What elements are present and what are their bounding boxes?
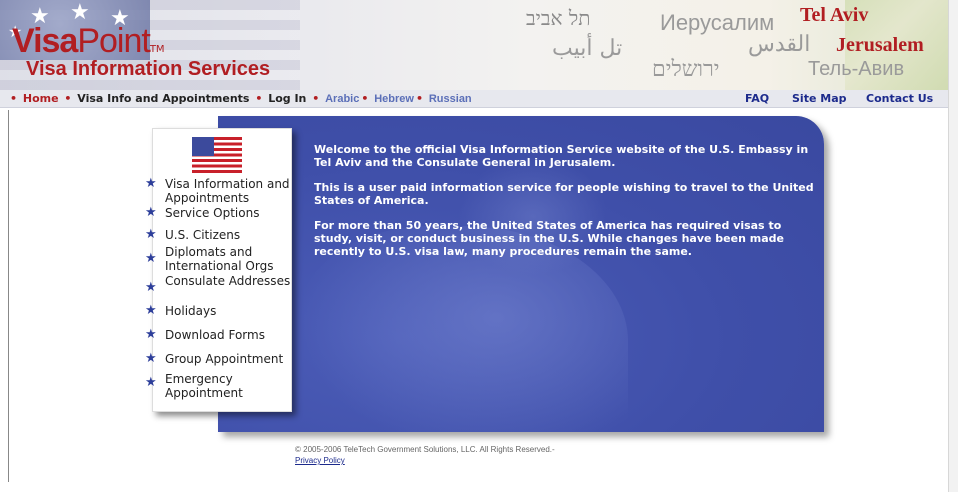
nav-links-left: • Home • Visa Info and Appointments • Lo… <box>10 92 474 105</box>
nav-bullet: • <box>415 92 424 105</box>
nav-bullet: • <box>64 92 72 105</box>
menu-item-label: Download Forms <box>165 328 265 342</box>
page-left-border <box>8 110 9 482</box>
city-arabic-tel-aviv: تل أبيب <box>552 36 623 61</box>
menu-item-holidays[interactable]: ★ Holidays <box>145 303 295 319</box>
menu-item-emergency-appointment[interactable]: ★ Emergency Appointment <box>145 372 295 400</box>
nav-contact-link[interactable]: Contact Us <box>866 92 933 105</box>
menu-item-us-citizens[interactable]: ★ U.S. Citizens <box>145 227 295 243</box>
menu-item-label: Emergency Appointment <box>165 372 243 400</box>
nav-bullet: • <box>361 92 369 105</box>
star-bullet-icon: ★ <box>145 303 157 318</box>
welcome-paragraph-3: For more than 50 years, the United State… <box>314 219 784 258</box>
header-banner: ★ ★ ★ ★ VisaPointTM Visa Information Ser… <box>0 0 958 90</box>
welcome-panel: Welcome to the official Visa Information… <box>218 116 824 432</box>
welcome-paragraph-2: This is a user paid information service … <box>314 181 814 207</box>
nav-bullet: • <box>255 92 263 105</box>
city-arabic-jerusalem: القدس <box>748 32 811 57</box>
menu-item-service-options[interactable]: ★ Service Options <box>145 205 295 221</box>
privacy-policy-link[interactable]: Privacy Policy <box>295 456 345 465</box>
welcome-text: Welcome to the official Visa Information… <box>314 143 822 270</box>
star-bullet-icon: ★ <box>145 280 157 295</box>
nav-visa-info-link[interactable]: Visa Info and Appointments <box>77 92 249 105</box>
menu-item-label: Holidays <box>165 304 217 318</box>
city-english-tel-aviv: Tel Aviv <box>800 4 869 26</box>
menu-item-diplomats[interactable]: ★ Diplomats and International Orgs <box>145 245 295 273</box>
star-bullet-icon: ★ <box>145 227 157 242</box>
city-hebrew-tel-aviv: תל אביב <box>526 6 591 30</box>
star-bullet-icon: ★ <box>145 327 157 342</box>
menu-item-label: Diplomats and International Orgs <box>165 245 274 273</box>
star-bullet-icon: ★ <box>145 176 157 191</box>
star-bullet-icon: ★ <box>145 351 157 366</box>
us-flag-icon <box>192 137 242 173</box>
menu-item-consulate-addresses[interactable]: ★ Consulate Addresses <box>145 274 295 295</box>
logo-subtitle: Visa Information Services <box>26 58 271 80</box>
menu-item-label: Group Appointment <box>165 352 284 366</box>
menu-item-label: Visa Information and Appointments <box>165 177 290 205</box>
nav-home-link[interactable]: Home <box>23 92 59 105</box>
copyright-text: © 2005-2006 TeleTech Government Solution… <box>295 445 555 454</box>
menu-item-label: Service Options <box>165 206 260 220</box>
window-right-edge <box>948 0 958 492</box>
logo-text: VisaPoint <box>12 22 151 60</box>
nav-faq-link[interactable]: FAQ <box>745 92 769 105</box>
menu-item-visa-info[interactable]: ★ Visa Information and Appointments <box>145 176 295 206</box>
logo-trademark: TM <box>149 44 165 55</box>
nav-login-link[interactable]: Log In <box>268 92 306 105</box>
city-hebrew-jerusalem: ירושלים <box>652 57 720 82</box>
city-english-jerusalem: Jerusalem <box>836 34 924 56</box>
star-bullet-icon: ★ <box>145 205 157 220</box>
menu-item-group-appointment[interactable]: ★ Group Appointment <box>145 351 295 367</box>
nav-bullet: • <box>10 92 18 105</box>
menu-item-label: U.S. Citizens <box>165 228 241 242</box>
menu-item-download-forms[interactable]: ★ Download Forms <box>145 327 295 343</box>
star-bullet-icon: ★ <box>145 375 157 390</box>
top-nav-bar: • Home • Visa Info and Appointments • Lo… <box>0 90 958 108</box>
nav-russian-link[interactable]: Russian <box>429 93 472 105</box>
nav-hebrew-link[interactable]: Hebrew <box>374 93 414 105</box>
welcome-paragraph-1: Welcome to the official Visa Information… <box>314 143 809 169</box>
star-bullet-icon: ★ <box>145 251 157 266</box>
menu-item-label: Consulate Addresses <box>165 274 291 288</box>
nav-sitemap-link[interactable]: Site Map <box>792 92 846 105</box>
nav-bullet: • <box>312 92 320 105</box>
visapoint-logo[interactable]: VisaPointTM <box>12 22 165 61</box>
city-russian-tel-aviv: Тель-Авив <box>808 58 905 80</box>
nav-arabic-link[interactable]: Arabic <box>325 93 359 105</box>
